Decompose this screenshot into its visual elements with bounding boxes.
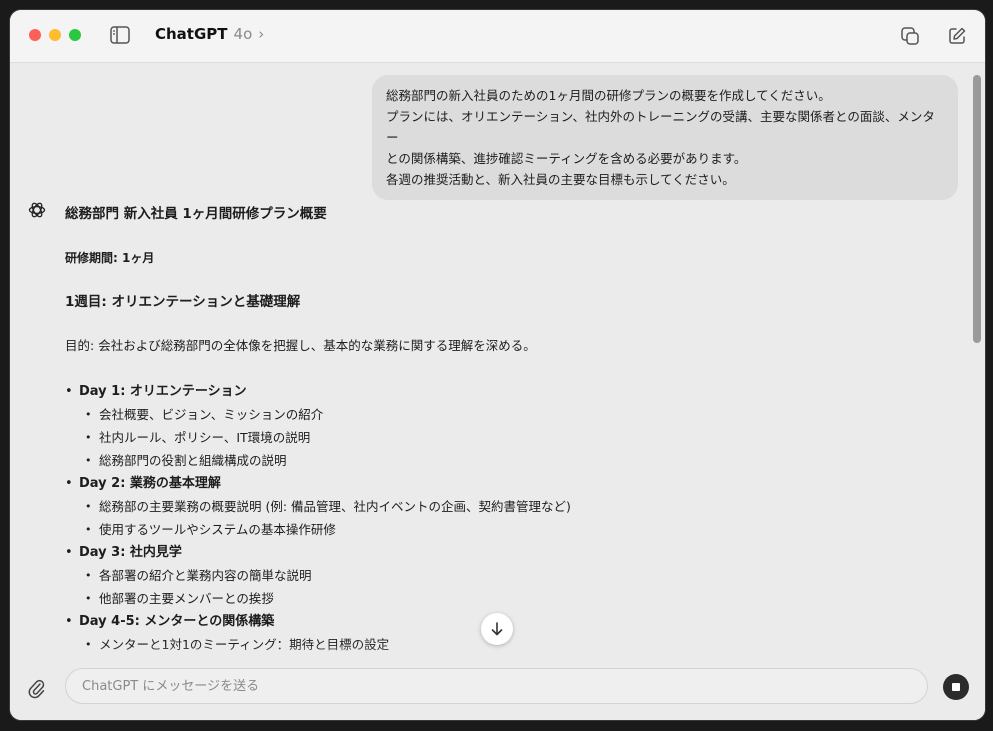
- purpose-text: 目的: 会社および総務部門の全体像を把握し、基本的な業務に関する理解を深める。: [65, 335, 925, 357]
- list-item: 他部署の主要メンバーとの挨拶: [65, 588, 925, 611]
- list-item: 会社概要、ビジョン、ミッションの紹介: [65, 404, 925, 427]
- list-item: 総務部の主要業務の概要説明 (例: 備品管理、社内イベントの企画、契約書管理など…: [65, 496, 925, 519]
- list-item: 各部署の紹介と業務内容の簡単な説明: [65, 565, 925, 588]
- week-heading: 1週目: オリエンテーションと基礎理解: [65, 294, 301, 310]
- user-message-line: 各週の推奨活動と、新入社員の主要な目標も示してください。: [386, 172, 735, 187]
- list-item: 使用するツールやシステムの基本操作研修: [65, 519, 925, 542]
- zoom-window-button[interactable]: [69, 29, 81, 41]
- chevron-right-icon: ›: [258, 25, 265, 43]
- paperclip-icon[interactable]: [26, 677, 46, 699]
- response-title: 総務部門 新入社員 1ヶ月間研修プラン概要: [65, 206, 327, 222]
- list-item: 社内ルール、ポリシー、IT環境の説明: [65, 427, 925, 450]
- titlebar: ChatGPT 4o ›: [10, 10, 985, 63]
- arrow-down-icon: [491, 622, 503, 636]
- close-window-button[interactable]: [29, 29, 41, 41]
- new-chat-icon[interactable]: [947, 26, 967, 46]
- list-item-day: Day 3: 社内見学: [65, 542, 925, 565]
- app-window: ChatGPT 4o › 総務部門の新入社員のための1ヶ月間の研修プランの概要を作成…: [10, 10, 985, 720]
- training-period: 研修期間: 1ヶ月: [65, 251, 155, 265]
- stop-generating-button[interactable]: [943, 674, 969, 700]
- purpose-body: 会社および総務部門の全体像を把握し、基本的な業務に関する理解を深める。: [94, 338, 536, 353]
- sidebar-icon[interactable]: [110, 26, 130, 44]
- list-item-day: Day 2: 業務の基本理解: [65, 473, 925, 496]
- scrollbar[interactable]: [971, 63, 985, 660]
- list-item-day: Day 1: オリエンテーション: [65, 381, 925, 404]
- openai-logo-icon: [28, 202, 46, 218]
- list-item: 総務部門の役割と組織構成の説明: [65, 450, 925, 473]
- user-message-bubble: 総務部門の新入社員のための1ヶ月間の研修プランの概要を作成してください。 プラン…: [372, 75, 958, 200]
- copy-window-icon[interactable]: [900, 26, 920, 46]
- user-message-line: プランには、オリエンテーション、社内外のトレーニングの受講、主要な関係者との面談…: [386, 109, 935, 145]
- conversation-area[interactable]: 総務部門の新入社員のための1ヶ月間の研修プランの概要を作成してください。 プラン…: [10, 63, 985, 720]
- purpose-label: 目的:: [65, 338, 95, 353]
- user-message-line: との関係構築、進捗確認ミーティングを含める必要があります。: [386, 151, 747, 166]
- scroll-to-bottom-button[interactable]: [481, 613, 513, 645]
- model-selector[interactable]: ChatGPT 4o ›: [155, 25, 264, 43]
- scrollbar-thumb[interactable]: [973, 75, 981, 343]
- minimize-window-button[interactable]: [49, 29, 61, 41]
- app-name: ChatGPT: [155, 25, 228, 43]
- model-name: 4o: [233, 25, 253, 43]
- scroll-fade: [10, 645, 985, 665]
- user-message-line: 総務部門の新入社員のための1ヶ月間の研修プランの概要を作成してください。: [386, 88, 831, 103]
- assistant-message: 総務部門 新入社員 1ヶ月間研修プラン概要 研修期間: 1ヶ月 1週目: オリエ…: [65, 203, 925, 657]
- stop-icon: [952, 683, 960, 691]
- message-input[interactable]: [65, 668, 928, 704]
